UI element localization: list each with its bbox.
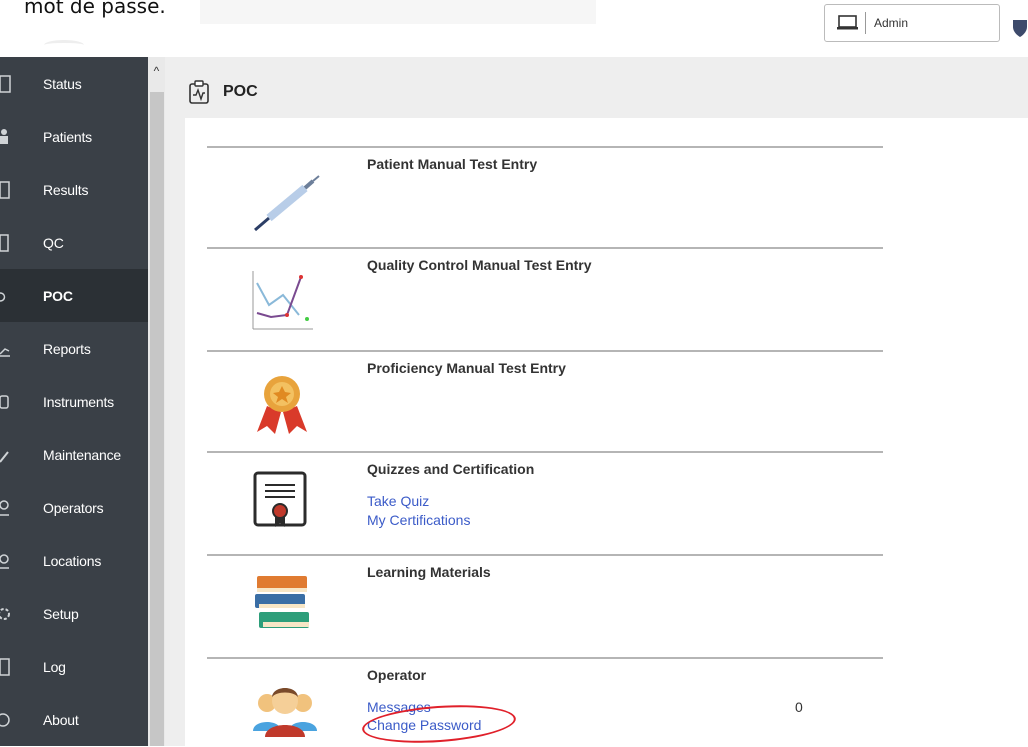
row-patient-manual: Patient Manual Test Entry <box>207 146 883 247</box>
patients-icon <box>0 126 18 148</box>
row-quizzes: Quizzes and Certification Take Quiz My C… <box>207 451 883 554</box>
sidebar-item-label: Reports <box>43 340 91 357</box>
sidebar-item-setup[interactable]: Setup <box>0 587 148 640</box>
gear-icon <box>0 603 18 625</box>
sidebar-item-qc[interactable]: QC <box>0 216 148 269</box>
shield-icon[interactable] <box>1012 18 1028 38</box>
operators-group-icon <box>247 681 323 746</box>
page-title: POC <box>223 83 258 100</box>
user-menu[interactable]: Admin <box>824 4 1000 42</box>
sidebar-item-label: Results <box>43 181 89 198</box>
my-certifications-link[interactable]: My Certifications <box>367 512 470 528</box>
messages-count: 0 <box>795 699 803 715</box>
syringe-icon <box>247 166 327 241</box>
sidebar-item-patients[interactable]: Patients <box>0 110 148 163</box>
sidebar-item-label: About <box>43 711 79 728</box>
sidebar-scroll-thumb[interactable] <box>150 92 164 746</box>
chevron-up-icon[interactable]: ^ <box>148 64 165 80</box>
annotation-caption: mot de passe. <box>24 0 166 18</box>
section-title[interactable]: Learning Materials <box>367 564 491 580</box>
sidebar-item-instruments[interactable]: Instruments <box>0 375 148 428</box>
sidebar-item-reports[interactable]: Reports <box>0 322 148 375</box>
row-operator: Operator Messages 0 Change Password <box>207 657 883 746</box>
line-chart-icon <box>247 265 317 340</box>
instruments-icon <box>0 391 18 413</box>
operators-icon <box>0 497 18 519</box>
sidebar: Status Patients Results QC POC Reports I… <box>0 57 165 746</box>
sidebar-item-maintenance[interactable]: Maintenance <box>0 428 148 481</box>
sidebar-item-label: Maintenance <box>43 446 121 463</box>
log-icon <box>0 656 18 678</box>
sidebar-item-label: Status <box>43 75 82 92</box>
section-title[interactable]: Quality Control Manual Test Entry <box>367 257 592 273</box>
user-menu-divider <box>865 12 866 34</box>
sidebar-item-about[interactable]: About <box>0 693 148 746</box>
row-qc-manual: Quality Control Manual Test Entry <box>207 247 883 350</box>
section-title: Quizzes and Certification <box>367 461 535 477</box>
row-learning: Learning Materials <box>207 554 883 657</box>
sidebar-item-label: Log <box>43 658 66 675</box>
qc-icon <box>0 232 18 254</box>
sidebar-item-status[interactable]: Status <box>0 57 148 110</box>
decorative-arc <box>44 40 84 50</box>
sidebar-item-label: QC <box>43 234 64 251</box>
row-proficiency: Proficiency Manual Test Entry <box>207 350 883 451</box>
sidebar-item-locations[interactable]: Locations <box>0 534 148 587</box>
award-ribbon-icon <box>247 366 317 441</box>
status-icon <box>0 73 18 95</box>
section-title[interactable]: Patient Manual Test Entry <box>367 156 537 172</box>
location-icon <box>0 550 18 572</box>
sidebar-item-label: POC <box>43 287 73 304</box>
page-header: POC <box>165 62 1028 118</box>
sidebar-item-results[interactable]: Results <box>0 163 148 216</box>
sidebar-item-label: Operators <box>43 499 104 516</box>
section-title[interactable]: Proficiency Manual Test Entry <box>367 360 566 376</box>
certificate-icon <box>247 471 317 536</box>
sidebar-item-label: Patients <box>43 128 92 145</box>
sidebar-item-operators[interactable]: Operators <box>0 481 148 534</box>
sidebar-item-log[interactable]: Log <box>0 640 148 693</box>
section-title: Operator <box>367 667 427 683</box>
sidebar-item-label: Locations <box>43 552 102 569</box>
top-strip <box>200 0 596 24</box>
sidebar-item-label: Setup <box>43 605 79 622</box>
info-icon <box>0 709 18 731</box>
reports-icon <box>0 338 18 360</box>
books-icon <box>247 574 317 643</box>
user-name: Admin <box>874 16 909 30</box>
sidebar-item-poc[interactable]: POC <box>0 269 148 322</box>
sidebar-item-label: Instruments <box>43 393 114 410</box>
monitor-icon <box>837 15 859 31</box>
wrench-icon <box>0 444 18 466</box>
clipboard-pulse-icon <box>188 80 210 104</box>
results-icon <box>0 179 18 201</box>
take-quiz-link[interactable]: Take Quiz <box>367 493 429 509</box>
poc-icon <box>0 285 18 307</box>
